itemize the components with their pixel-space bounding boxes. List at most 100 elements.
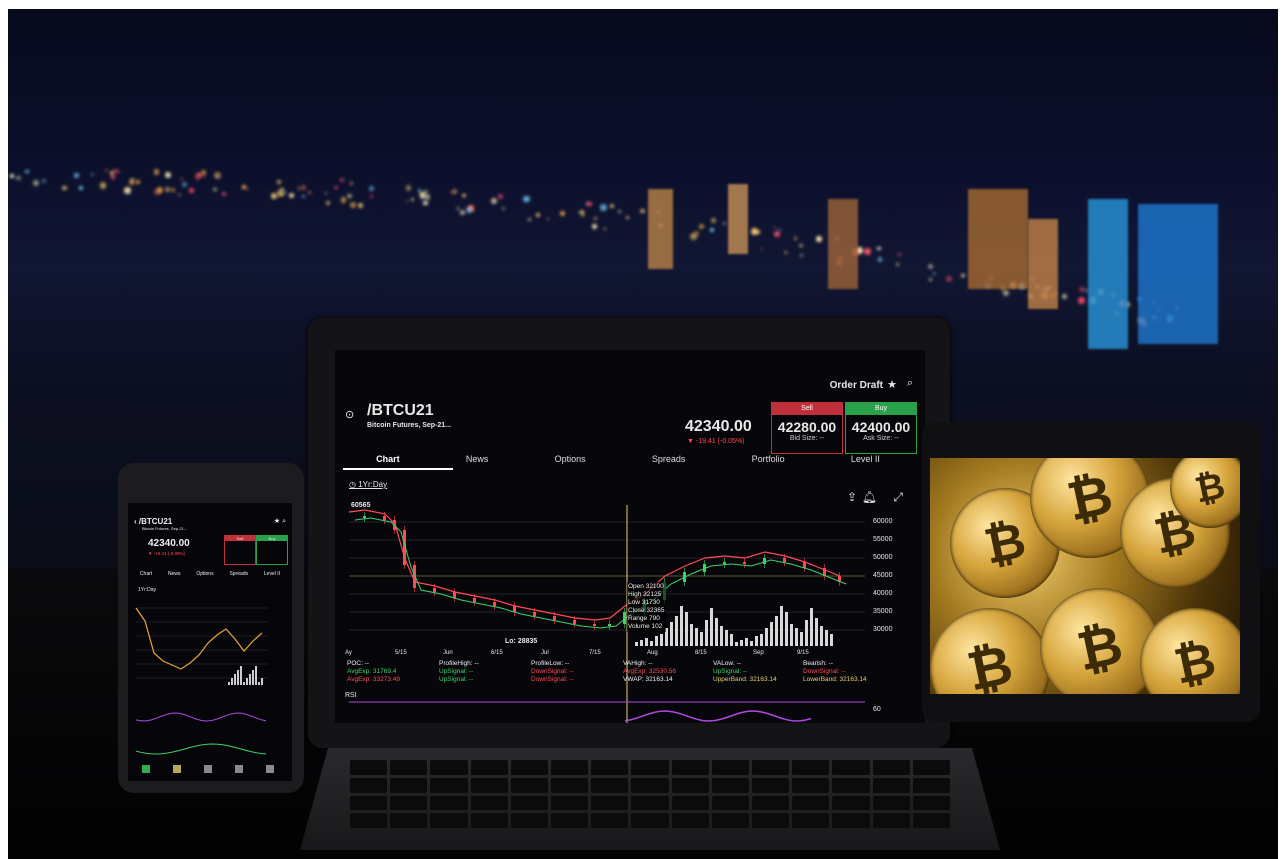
avgexp-value: AvgExp: 32530.56: [623, 668, 677, 675]
volume-bar: [237, 670, 239, 685]
city-light: [945, 275, 952, 282]
volume-bar: [780, 606, 783, 646]
volume-bar: [805, 620, 808, 646]
keyboard-key: [631, 760, 669, 775]
volume-bar: [258, 682, 260, 685]
bottom-nav-icon: [235, 765, 243, 773]
y-tick: 60000: [873, 518, 893, 525]
keyboard-key: [671, 777, 709, 793]
keyboard-key: [591, 813, 629, 828]
upsignal-value: UpSignal: --: [439, 676, 474, 683]
rsi-tick: 60: [873, 706, 881, 713]
phone-price-chart[interactable]: [128, 503, 292, 781]
downsignal-value: DownSignal: --: [803, 668, 846, 675]
keyboard-key: [912, 813, 950, 828]
indicator-column-1: POC: -- AvgExp: 31769.4 AvgExp: 33273.49: [347, 660, 400, 684]
city-light: [123, 187, 131, 194]
city-light: [135, 180, 140, 185]
city-light: [91, 172, 95, 176]
city-light: [301, 185, 306, 190]
city-building: [968, 189, 1028, 289]
city-light: [298, 187, 301, 190]
volume-bar: [820, 626, 823, 646]
city-light: [586, 201, 592, 207]
keyboard-key: [390, 760, 428, 775]
city-light: [156, 186, 164, 194]
keyboard-key: [832, 777, 870, 793]
volume-bar: [231, 678, 233, 685]
keyboard-key: [510, 795, 548, 811]
city-light: [326, 200, 331, 206]
keyboard-key: [551, 795, 589, 811]
city-light: [111, 175, 116, 180]
keyboard-key: [510, 760, 548, 775]
city-light: [591, 223, 598, 230]
keyboard-key: [872, 813, 910, 828]
keyboard-key: [752, 813, 790, 828]
indicator-column-4: VAHigh: -- AvgExp: 32530.56 VWAP: 32163.…: [623, 660, 676, 684]
upper-band-value: UpperBand: 32163.14: [713, 676, 777, 683]
ohlc-tooltip: Open 32100 High 32125 Low 31730 Close 32…: [627, 582, 666, 632]
volume-bar: [240, 666, 242, 685]
keyboard-key: [631, 777, 669, 793]
keyboard-key: [430, 813, 468, 828]
city-light: [794, 236, 797, 240]
volume-bar: [645, 638, 648, 646]
city-light: [625, 216, 629, 219]
volume-bar: [690, 624, 693, 646]
city-light: [751, 227, 758, 235]
volume-bar: [795, 628, 798, 646]
city-light: [490, 198, 497, 205]
indicator-column-5: VALow: -- UpSignal: -- UpperBand: 32163.…: [713, 660, 777, 684]
volume-bar: [640, 640, 643, 646]
rsi-line: [135, 712, 267, 722]
city-light: [932, 271, 936, 275]
city-light: [799, 253, 803, 257]
city-light: [277, 179, 282, 184]
city-light: [600, 204, 607, 211]
x-tick: 9/15: [797, 650, 809, 656]
volume-bar: [249, 674, 251, 685]
volume-bar: [830, 634, 833, 646]
keyboard-key: [430, 795, 468, 811]
keyboard-key: [792, 777, 830, 793]
volume-bar: [710, 608, 713, 646]
keyboard-key: [470, 777, 508, 793]
volume-bar: [675, 616, 678, 646]
city-light: [104, 169, 108, 173]
bottom-nav-icon: [142, 765, 150, 773]
vwap-value: VWAP: 32163.14: [623, 676, 673, 683]
city-light: [927, 263, 934, 270]
moving-average-line: [348, 509, 841, 621]
lower-band-value: LowerBand: 32163.14: [803, 676, 867, 683]
city-light: [462, 193, 466, 198]
city-light: [410, 197, 415, 202]
keyboard-key: [912, 760, 950, 775]
avgexp-value: AvgExp: 33273.49: [347, 676, 401, 683]
city-light: [78, 185, 84, 190]
volume-bar: [770, 622, 773, 646]
city-light: [74, 173, 79, 178]
city-light: [877, 257, 883, 262]
city-light: [32, 179, 39, 187]
city-light: [308, 191, 312, 194]
x-tick: Ay: [345, 650, 352, 656]
volume-bar: [715, 618, 718, 646]
city-light: [895, 263, 899, 267]
tooltip-line: Volume 102: [628, 623, 663, 630]
city-light: [349, 182, 353, 186]
volume-bar: [234, 674, 236, 685]
city-light: [425, 194, 431, 200]
keyboard-key: [832, 760, 870, 775]
volume-bar: [750, 641, 753, 646]
x-tick: 6/15: [491, 650, 503, 656]
volume-bar: [255, 666, 257, 685]
indicator-column-6: Bearish: -- DownSignal: -- LowerBand: 32…: [803, 660, 867, 684]
city-light: [536, 213, 540, 218]
x-tick: Jul: [541, 650, 549, 656]
keyboard-key: [350, 760, 388, 775]
city-light: [178, 193, 181, 197]
city-light: [929, 278, 932, 281]
volume-bar: [790, 624, 793, 646]
city-light: [815, 236, 822, 242]
